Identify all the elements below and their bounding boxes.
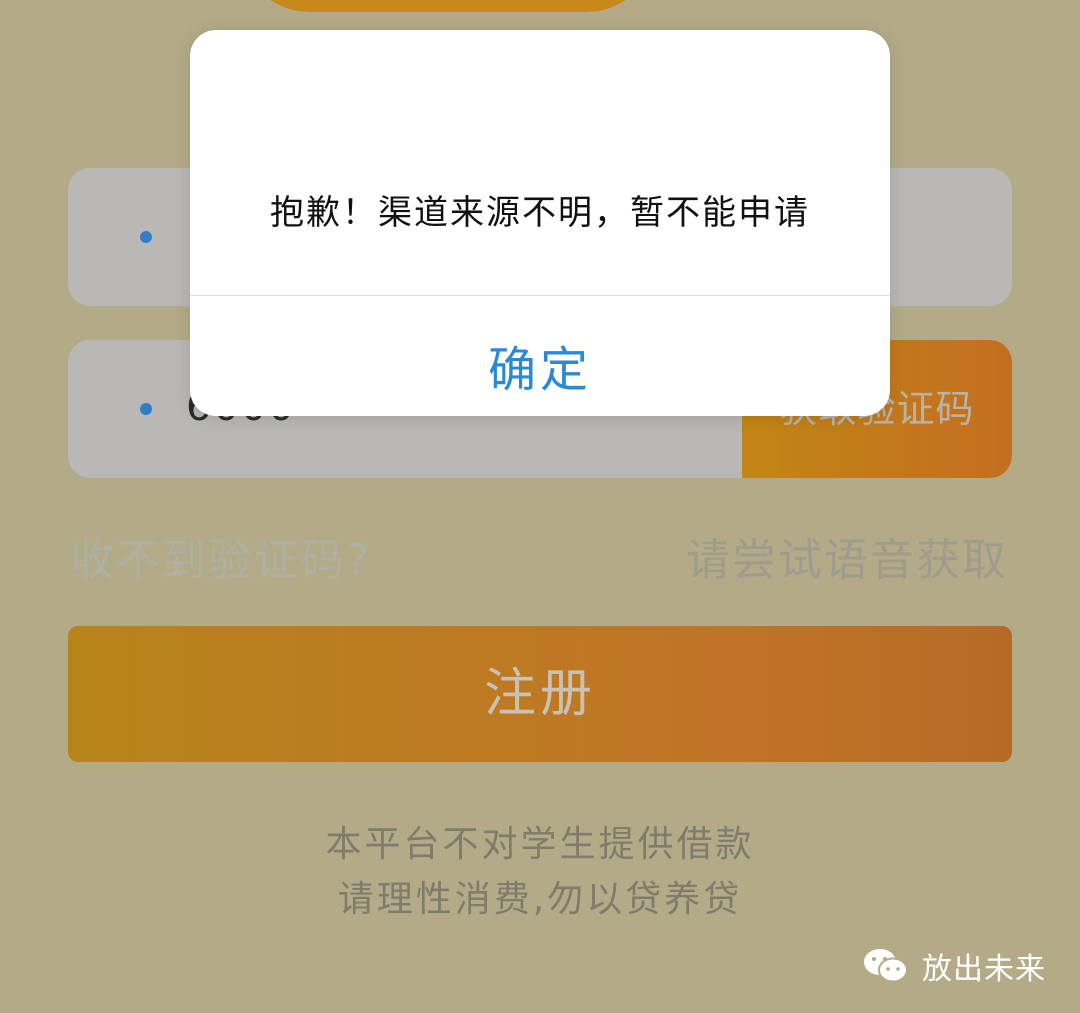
watermark-text: 放出未来 xyxy=(922,952,1046,987)
register-button[interactable]: 注册 xyxy=(68,626,1012,762)
notice-line-1: 本平台不对学生提供借款 xyxy=(325,824,755,865)
bullet-icon xyxy=(140,231,152,243)
wechat-icon xyxy=(864,949,908,983)
watermark: 放出未来 xyxy=(862,944,1046,988)
voice-code-link[interactable]: 请尝试语音获取 xyxy=(686,524,1008,588)
alert-message: 抱歉！渠道来源不明，暂不能申请 xyxy=(270,193,810,233)
bullet-icon xyxy=(140,403,152,415)
notice-line-2: 请理性消费,勿以贷养贷 xyxy=(337,879,743,920)
app-logo-partial xyxy=(238,0,658,12)
confirm-button[interactable]: 确定 xyxy=(190,296,890,416)
no-code-hint: 收不到验证码? xyxy=(70,535,372,586)
alert-dialog: 抱歉！渠道来源不明，暂不能申请 确定 xyxy=(190,30,890,416)
